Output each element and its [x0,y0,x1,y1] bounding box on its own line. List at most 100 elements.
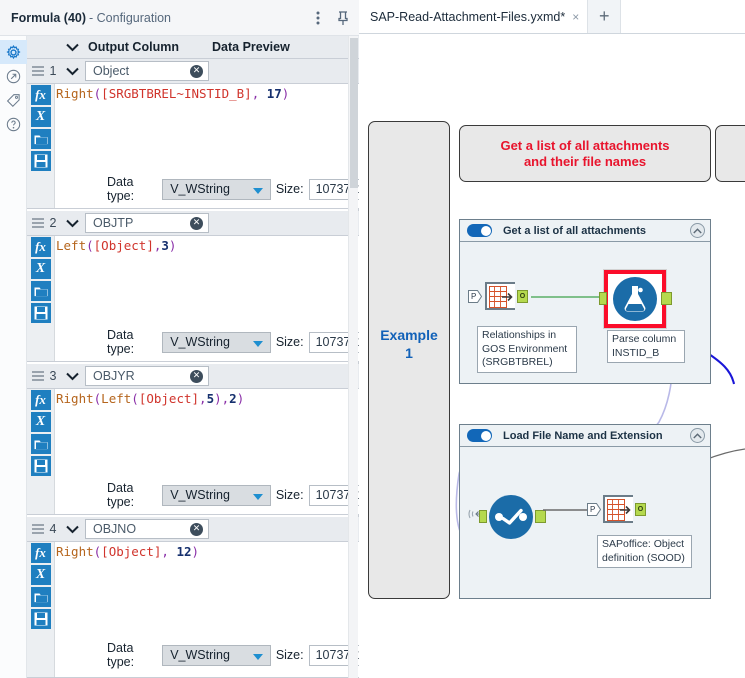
output-anchor[interactable] [661,292,672,305]
clear-output-column-icon[interactable]: ✕ [190,65,203,78]
row-expand-chevron-icon[interactable] [60,525,85,534]
variable-x-icon[interactable]: X [30,412,51,432]
open-folder-icon[interactable] [30,281,51,301]
panel-subtitle: - Configuration [89,10,172,25]
rail-item-annotation[interactable] [0,64,27,88]
row-drag-handle[interactable] [27,66,46,76]
macro-p-input-icon: P [587,503,601,516]
data-type-row: Data type: V_WString Size: 107374182 [107,328,389,356]
more-options-icon[interactable] [316,11,320,25]
clear-output-column-icon[interactable]: ✕ [190,523,203,536]
formula-expression-3[interactable]: Right(Left([Object],5),2) [56,391,359,406]
save-disk-icon[interactable] [30,456,51,476]
tool-container-get-attachments[interactable]: Get a list of all attachments P O Relati… [459,219,711,384]
save-disk-icon[interactable] [30,609,51,629]
rail-item-help[interactable] [0,112,27,136]
output-column-input[interactable]: OBJYR ✕ [85,366,209,386]
tool-container-load-file-name[interactable]: Load File Name and Extension P O SAPoffi… [459,424,711,599]
data-type-select[interactable]: V_WString [162,644,271,666]
data-type-select[interactable]: V_WString [162,331,271,353]
collapse-chevron-up-icon[interactable] [690,428,705,443]
input-tool-glyph [603,495,633,523]
save-disk-icon[interactable] [30,151,51,171]
clear-output-column-icon[interactable]: ✕ [190,370,203,383]
save-disk-icon[interactable] [30,303,51,323]
variable-x-icon[interactable]: X [30,107,51,127]
row-expand-chevron-icon[interactable] [60,67,85,76]
comment-get-attachments[interactable]: Get a list of all attachments and their f… [459,125,711,182]
select-all-chevron-icon[interactable] [60,43,85,52]
formula-expression-2[interactable]: Left([Object],3) [56,238,359,253]
workflow-tab[interactable]: SAP-Read-Attachment-Files.yxmd* × [359,0,589,33]
scrollbar-thumb[interactable] [350,38,358,188]
data-type-value: V_WString [170,182,230,196]
rail-item-configuration[interactable] [0,40,27,64]
function-fx-icon[interactable]: fx [30,390,51,410]
comment-example-1[interactable]: Example 1 [368,121,450,599]
function-fx-icon[interactable]: fx [30,237,51,257]
collapse-chevron-up-icon[interactable] [690,223,705,238]
open-folder-icon[interactable] [30,434,51,454]
new-tab-button[interactable]: + [588,0,622,33]
clear-output-column-icon[interactable]: ✕ [190,217,203,230]
column-header-output-column: Output Column [88,40,179,54]
output-column-input[interactable]: Object ✕ [85,61,209,81]
formula-row-4: 4 OBJNO ✕ fx X Right([Object], 12) Data … [27,517,389,678]
input-tool-sood-label: SAPoffice: Object definition (SOOD) [597,535,692,569]
data-type-row: Data type: V_WString Size: 107374182 [107,641,389,669]
output-column-input[interactable]: OBJNO ✕ [85,519,209,539]
function-fx-icon[interactable]: fx [30,85,51,105]
container-enable-toggle[interactable] [467,224,492,237]
data-type-select[interactable]: V_WString [162,178,271,200]
input-tool-sood[interactable]: P O SAPoffice: Object definition (SOOD) [587,495,692,569]
row-drag-handle[interactable] [27,218,46,228]
output-anchor[interactable]: O [635,503,646,516]
formula-expression-4[interactable]: Right([Object], 12) [56,544,359,559]
svg-text:P: P [590,505,595,514]
configuration-panel: Formula (40) - Configuration Output Colu… [0,0,389,678]
formula-editor-body: fx X Right(Left([Object],5),2) Data type… [27,389,389,515]
open-folder-icon[interactable] [30,129,51,149]
data-type-value: V_WString [170,488,230,502]
formula-expression-1[interactable]: Right([SRGBTBREL~INSTID_B], 17) [56,86,359,101]
workflow-canvas-area: SAP-Read-Attachment-Files.yxmd* × + Exam… [359,0,745,678]
comment-get-attachments-text: Get a list of all attachments and their f… [500,138,670,170]
row-drag-handle[interactable] [27,524,46,534]
output-column-input[interactable]: OBJTP ✕ [85,213,209,233]
open-folder-icon[interactable] [30,587,51,607]
configuration-panel-header: Formula (40) - Configuration [0,0,359,36]
data-type-row: Data type: V_WString Size: 107374182 [107,175,389,203]
row-expand-chevron-icon[interactable] [60,372,85,381]
size-label: Size: [275,488,304,502]
output-column-value: OBJYR [93,369,135,383]
config-panel-scrollbar[interactable] [348,36,358,678]
row-drag-handle[interactable] [27,371,46,381]
container-enable-toggle[interactable] [467,429,492,442]
formula-editor-body: fx X Right([SRGBTBREL~INSTID_B], 17) Dat… [27,84,389,209]
size-label: Size: [275,182,304,196]
data-type-label: Data type: [107,175,135,203]
output-column-value: OBJNO [93,522,137,536]
variable-x-icon[interactable]: X [30,565,51,585]
rail-item-tags[interactable] [0,88,27,112]
workflow-canvas[interactable]: Example 1 Get a list of all attachments an… [359,34,745,678]
panel-title: Formula (40) [11,10,87,25]
output-grid-header: Output Column Data Preview [27,36,359,59]
row-number: 2 [49,216,57,230]
data-type-label: Data type: [107,641,135,669]
formula-row-header: 2 OBJTP ✕ [27,211,359,236]
variable-x-icon[interactable]: X [30,259,51,279]
data-type-value: V_WString [170,648,230,662]
formula-editor-toolbar: fx X [27,389,55,514]
container-title: Get a list of all attachments [503,224,647,237]
input-anchor[interactable] [599,292,607,305]
close-icon[interactable]: × [572,10,579,24]
parse-tool-instid-b-label: Parse column INSTID_B [607,330,685,364]
pin-icon[interactable] [336,10,350,26]
comment-partial-right[interactable] [715,125,745,182]
row-expand-chevron-icon[interactable] [60,219,85,228]
chevron-down-icon [252,653,263,660]
row-number: 3 [49,369,57,383]
function-fx-icon[interactable]: fx [30,543,51,563]
data-type-select[interactable]: V_WString [162,484,271,506]
